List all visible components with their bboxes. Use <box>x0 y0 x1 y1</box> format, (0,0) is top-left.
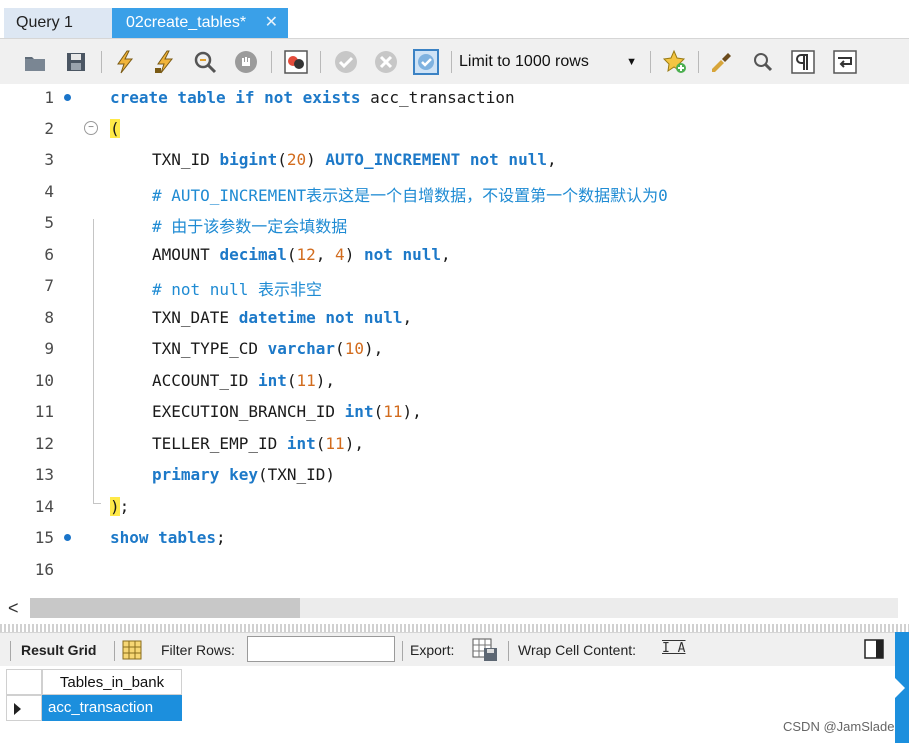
line-number: 12 <box>34 434 54 453</box>
grid-cell[interactable]: acc_transaction <box>42 695 182 721</box>
beautify-icon[interactable] <box>708 49 734 75</box>
line-number: 8 <box>44 308 54 327</box>
line-number: 16 <box>34 560 54 579</box>
line-number: 11 <box>34 402 54 421</box>
line-number: 3 <box>44 150 54 169</box>
open-folder-icon[interactable] <box>22 49 48 75</box>
code-line: 5 # 由于该参数一定会填数据 <box>0 209 909 240</box>
toolbar-separator <box>10 641 11 661</box>
autocommit-icon[interactable] <box>413 49 439 75</box>
wrap-cell-label: Wrap Cell Content: <box>518 642 637 658</box>
execute-icon[interactable] <box>112 49 138 75</box>
close-paren: ) <box>110 497 120 516</box>
code-line: 8 TXN_DATE datetime not null, <box>0 304 909 335</box>
sql-editor[interactable]: 1 create table if not exists acc_transac… <box>0 84 909 594</box>
tab-label: 02create_tables* <box>126 14 247 31</box>
toolbar-separator <box>698 51 699 73</box>
line-number: 7 <box>44 276 54 295</box>
comment: # 由于该参数一定会填数据 <box>152 217 348 236</box>
code-line: 12 TELLER_EMP_ID int(11), <box>0 430 909 461</box>
close-icon[interactable]: ✕ <box>265 8 278 38</box>
toolbar-separator <box>101 51 102 73</box>
limit-rows-label: Limit to 1000 rows <box>459 53 589 70</box>
line-number: 5 <box>44 213 54 232</box>
line-number: 6 <box>44 245 54 264</box>
scroll-thumb[interactable] <box>30 598 300 618</box>
bookmark-star-icon[interactable] <box>662 49 688 75</box>
comment: # AUTO_INCREMENT表示这是一个自增数据，不设置第一个数据默认为0 <box>152 186 668 205</box>
code-line: 1 create table if not exists acc_transac… <box>0 84 909 115</box>
wrap-lines-icon[interactable] <box>832 49 858 75</box>
stop-icon[interactable] <box>233 49 259 75</box>
toolbar-separator <box>114 641 115 661</box>
code-line: 16 <box>0 556 909 587</box>
watermark: CSDN @JamSlade <box>783 719 895 734</box>
toolbar-separator <box>650 51 651 73</box>
filter-rows-label: Filter Rows: <box>161 642 235 658</box>
line-number: 13 <box>34 465 54 484</box>
toolbar-separator <box>271 51 272 73</box>
wrap-cell-icon[interactable]: I A <box>662 641 685 656</box>
open-paren: ( <box>110 119 120 138</box>
explain-icon[interactable] <box>192 49 218 75</box>
code-line: 7 # not null 表示非空 <box>0 272 909 303</box>
code-line: 13 primary key(TXN_ID) <box>0 461 909 492</box>
tab-query-1[interactable]: Query 1 <box>4 8 112 38</box>
rollback-icon[interactable] <box>373 49 399 75</box>
toggle-error-icon[interactable] <box>283 49 309 75</box>
filter-rows-input[interactable] <box>247 636 395 662</box>
limit-rows-select[interactable]: Limit to 1000 rows ▼ <box>459 50 641 74</box>
code-line: 9 TXN_TYPE_CD varchar(10), <box>0 335 909 366</box>
code-line: 10 ACCOUNT_ID int(11), <box>0 367 909 398</box>
line-number: 15 <box>34 528 54 547</box>
scroll-left-icon[interactable]: < <box>8 598 19 619</box>
sql-toolbar: Limit to 1000 rows ▼ <box>0 38 909 85</box>
find-icon[interactable] <box>750 49 776 75</box>
grid-layout-icon[interactable] <box>122 640 142 660</box>
save-icon[interactable] <box>63 49 89 75</box>
invisible-chars-icon[interactable] <box>790 49 816 75</box>
code-line: 11 EXECUTION_BRANCH_ID int(11), <box>0 398 909 429</box>
row-selector[interactable] <box>6 695 42 721</box>
toolbar-separator <box>451 51 452 73</box>
statement-marker <box>64 94 71 101</box>
code-line: 6 AMOUNT decimal(12, 4) not null, <box>0 241 909 272</box>
statement-marker <box>64 534 71 541</box>
code-line: 15 show tables; <box>0 524 909 555</box>
grid-corner <box>6 669 42 695</box>
line-number: 14 <box>34 497 54 516</box>
line-number: 2 <box>44 119 54 138</box>
tab-label: Query 1 <box>16 14 73 31</box>
toolbar-separator <box>508 641 509 661</box>
toolbar-separator <box>402 641 403 661</box>
tab-02create-tables[interactable]: 02create_tables* ✕ <box>112 8 288 38</box>
tab-bar: Query 1 02create_tables* ✕ <box>0 0 909 38</box>
commit-icon[interactable] <box>333 49 359 75</box>
line-number: 10 <box>34 371 54 390</box>
result-toolbar: Result Grid Filter Rows: Export: Wrap Ce… <box>0 632 895 667</box>
code-line: 3 TXN_ID bigint(20) AUTO_INCREMENT not n… <box>0 146 909 177</box>
line-number: 9 <box>44 339 54 358</box>
line-number: 1 <box>44 88 54 107</box>
chevron-down-icon: ▼ <box>626 56 637 68</box>
toolbar-separator <box>320 51 321 73</box>
panel-splitter[interactable] <box>0 624 909 632</box>
toggle-panel-icon[interactable] <box>864 639 884 659</box>
export-icon[interactable] <box>472 638 498 662</box>
comment: # not null 表示非空 <box>152 280 322 299</box>
code-line: 14 ); <box>0 493 909 524</box>
line-number: 4 <box>44 182 54 201</box>
side-panel-toggle[interactable] <box>895 632 909 743</box>
result-grid: Tables_in_bank acc_transaction <box>0 666 895 743</box>
code-line: 4 # AUTO_INCREMENT表示这是一个自增数据，不设置第一个数据默认为… <box>0 178 909 209</box>
code-line: 2 − ( <box>0 115 909 146</box>
export-label: Export: <box>410 642 455 658</box>
execute-current-icon[interactable] <box>152 49 178 75</box>
column-header[interactable]: Tables_in_bank <box>42 669 182 695</box>
fold-toggle-icon[interactable]: − <box>84 121 98 135</box>
result-grid-tab[interactable]: Result Grid <box>21 642 96 658</box>
